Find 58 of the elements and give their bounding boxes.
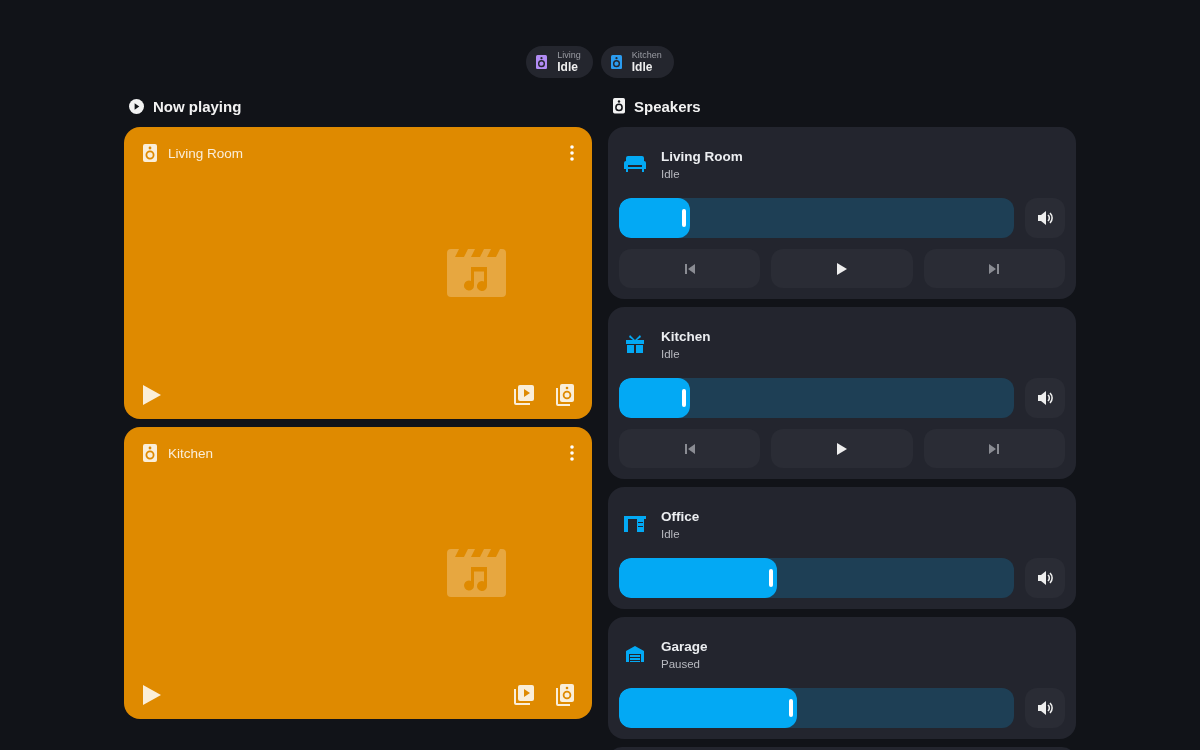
chip-state: Idle: [557, 61, 579, 73]
next-track-button[interactable]: [923, 429, 1065, 468]
gift-icon: [623, 335, 647, 353]
more-menu-icon[interactable]: [570, 445, 574, 461]
garage-icon: [623, 646, 647, 662]
volume-icon[interactable]: [1025, 558, 1065, 598]
volume-slider[interactable]: [619, 558, 1014, 598]
slider-handle[interactable]: [682, 209, 687, 227]
skip-previous-icon: [684, 443, 695, 454]
play-button[interactable]: [143, 685, 161, 705]
speaker-name: Kitchen: [661, 328, 711, 344]
play-circle-icon: [129, 98, 144, 114]
section-heading: Now playing: [153, 97, 242, 115]
speaker-state: Idle: [661, 527, 681, 540]
previous-track-button[interactable]: [619, 429, 761, 468]
speaker-icon: [613, 98, 625, 114]
volume-icon[interactable]: [1025, 378, 1065, 418]
chip-label: Living: [557, 51, 581, 60]
music-video-icon: [447, 249, 506, 297]
volume-icon[interactable]: [1025, 688, 1065, 728]
skip-previous-icon: [684, 263, 695, 274]
speaker-chip[interactable]: Living Idle: [526, 46, 593, 78]
speaker-group-icon[interactable]: [556, 384, 574, 406]
slider-handle[interactable]: [769, 569, 773, 587]
music-video-icon: [447, 549, 506, 597]
player-name: Kitchen: [168, 445, 215, 461]
skip-next-icon: [989, 443, 1000, 454]
section-heading: Speakers: [634, 97, 701, 115]
play-icon: [837, 262, 847, 275]
play-button[interactable]: [143, 385, 161, 405]
speaker-state: Paused: [661, 657, 701, 670]
volume-slider[interactable]: [619, 378, 1014, 418]
play-icon: [837, 442, 847, 455]
next-track-button[interactable]: [923, 249, 1065, 288]
slider-handle[interactable]: [682, 389, 687, 407]
chip-label: Kitchen: [631, 51, 662, 60]
volume-slider[interactable]: [619, 688, 1014, 728]
media-browser-icon[interactable]: [514, 685, 534, 705]
speaker-state: Idle: [661, 347, 681, 360]
speaker-name: Living Room: [661, 148, 743, 164]
speaker-group-icon[interactable]: [556, 684, 574, 706]
previous-track-button[interactable]: [619, 249, 761, 288]
player-name: Living Room: [168, 145, 245, 161]
desk-icon: [623, 516, 647, 532]
chip-state: Idle: [631, 61, 654, 73]
speaker-icon: [143, 444, 157, 462]
media-browser-icon[interactable]: [514, 385, 534, 405]
speaker-name: Office: [661, 508, 700, 524]
speaker-name: Garage: [661, 638, 708, 654]
skip-next-icon: [989, 263, 1000, 274]
speaker-chip[interactable]: Kitchen Idle: [600, 46, 674, 78]
speaker-state: Idle: [661, 167, 681, 180]
slider-handle[interactable]: [788, 699, 793, 717]
speaker-icon: [143, 144, 157, 162]
more-menu-icon[interactable]: [570, 145, 574, 161]
sofa-icon: [623, 156, 647, 172]
volume-icon[interactable]: [1025, 198, 1065, 238]
volume-slider[interactable]: [619, 198, 1014, 238]
